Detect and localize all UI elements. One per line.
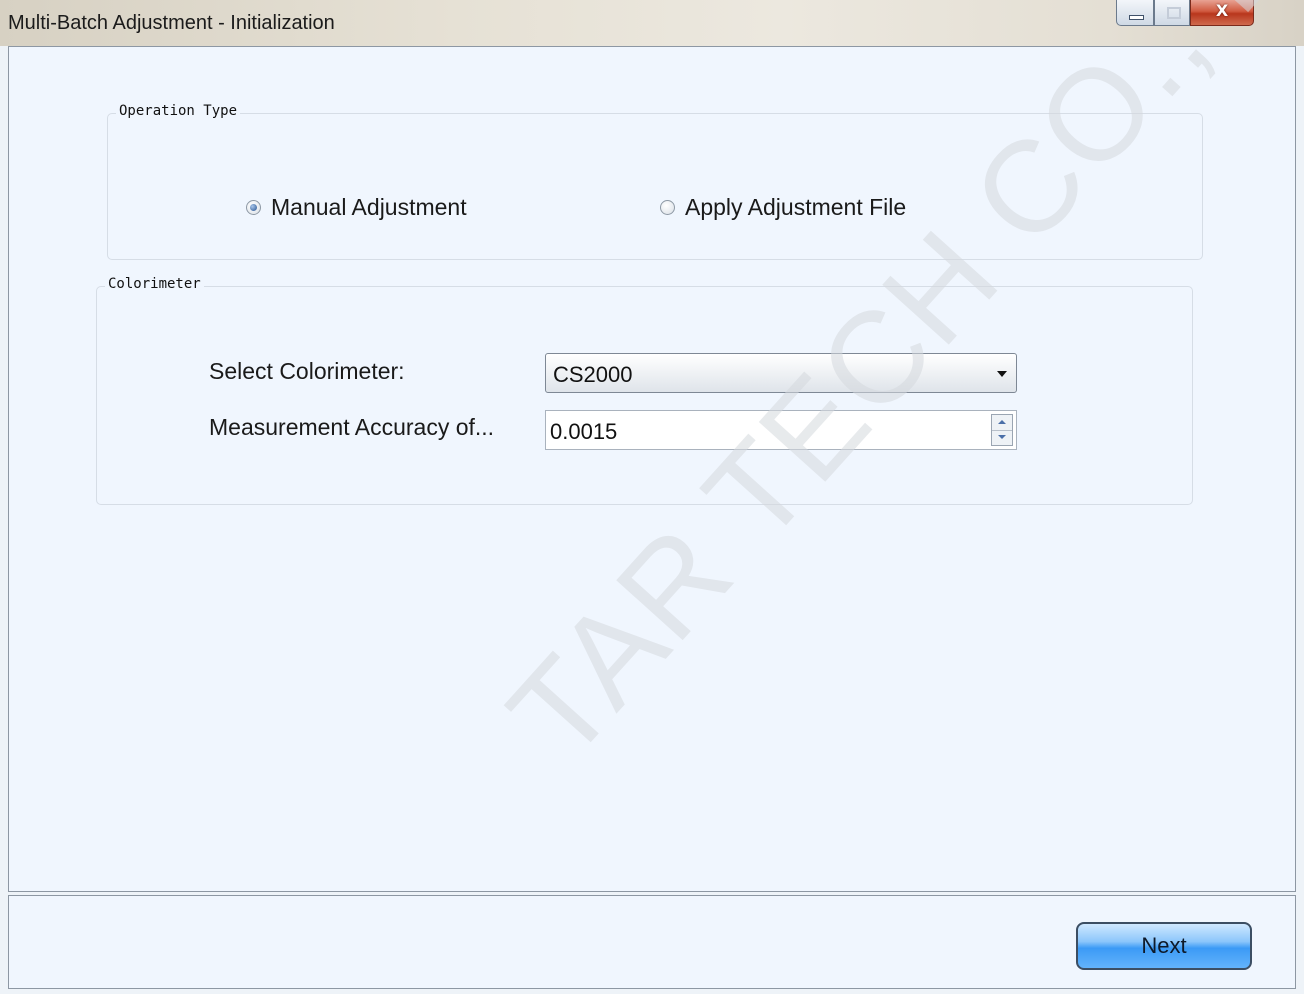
spin-down-icon[interactable] xyxy=(992,430,1012,445)
minimize-button[interactable] xyxy=(1116,0,1154,26)
colorimeter-select-value: CS2000 xyxy=(553,362,633,387)
operation-type-legend: Operation Type xyxy=(116,103,241,119)
close-button[interactable]: X xyxy=(1190,0,1254,26)
measurement-accuracy-spinbox[interactable] xyxy=(545,410,1017,450)
title-bar: Multi-Batch Adjustment - Initialization … xyxy=(0,0,1304,46)
radio-checked-icon[interactable] xyxy=(246,200,261,215)
select-colorimeter-label: Select Colorimeter: xyxy=(209,358,405,384)
footer-panel: Next xyxy=(8,895,1296,989)
operation-type-group: Operation Type Manual Adjustment Apply A… xyxy=(107,103,1203,260)
colorimeter-legend: Colorimeter xyxy=(105,276,204,292)
measurement-accuracy-input[interactable] xyxy=(550,419,970,445)
spin-buttons xyxy=(991,414,1013,446)
next-button[interactable]: Next xyxy=(1076,922,1252,970)
manual-adjustment-label: Manual Adjustment xyxy=(271,194,467,220)
close-icon: X xyxy=(1215,1,1229,20)
measurement-accuracy-label: Measurement Accuracy of... xyxy=(209,414,495,440)
manual-adjustment-radio[interactable]: Manual Adjustment xyxy=(246,194,467,221)
minimize-icon xyxy=(1129,15,1144,20)
maximize-button[interactable] xyxy=(1154,0,1190,26)
dropdown-arrow-icon[interactable] xyxy=(997,371,1007,377)
radio-unchecked-icon[interactable] xyxy=(660,200,675,215)
spin-up-icon[interactable] xyxy=(992,415,1012,431)
maximize-icon xyxy=(1167,7,1181,19)
apply-adjustment-file-radio[interactable]: Apply Adjustment File xyxy=(660,194,906,221)
main-panel: Operation Type Manual Adjustment Apply A… xyxy=(8,0,1304,892)
colorimeter-select[interactable]: CS2000 xyxy=(545,353,1017,393)
colorimeter-group: Colorimeter Select Colorimeter: CS2000 M… xyxy=(96,276,1193,505)
window-title: Multi-Batch Adjustment - Initialization xyxy=(8,12,335,34)
apply-adjustment-file-label: Apply Adjustment File xyxy=(685,194,907,220)
